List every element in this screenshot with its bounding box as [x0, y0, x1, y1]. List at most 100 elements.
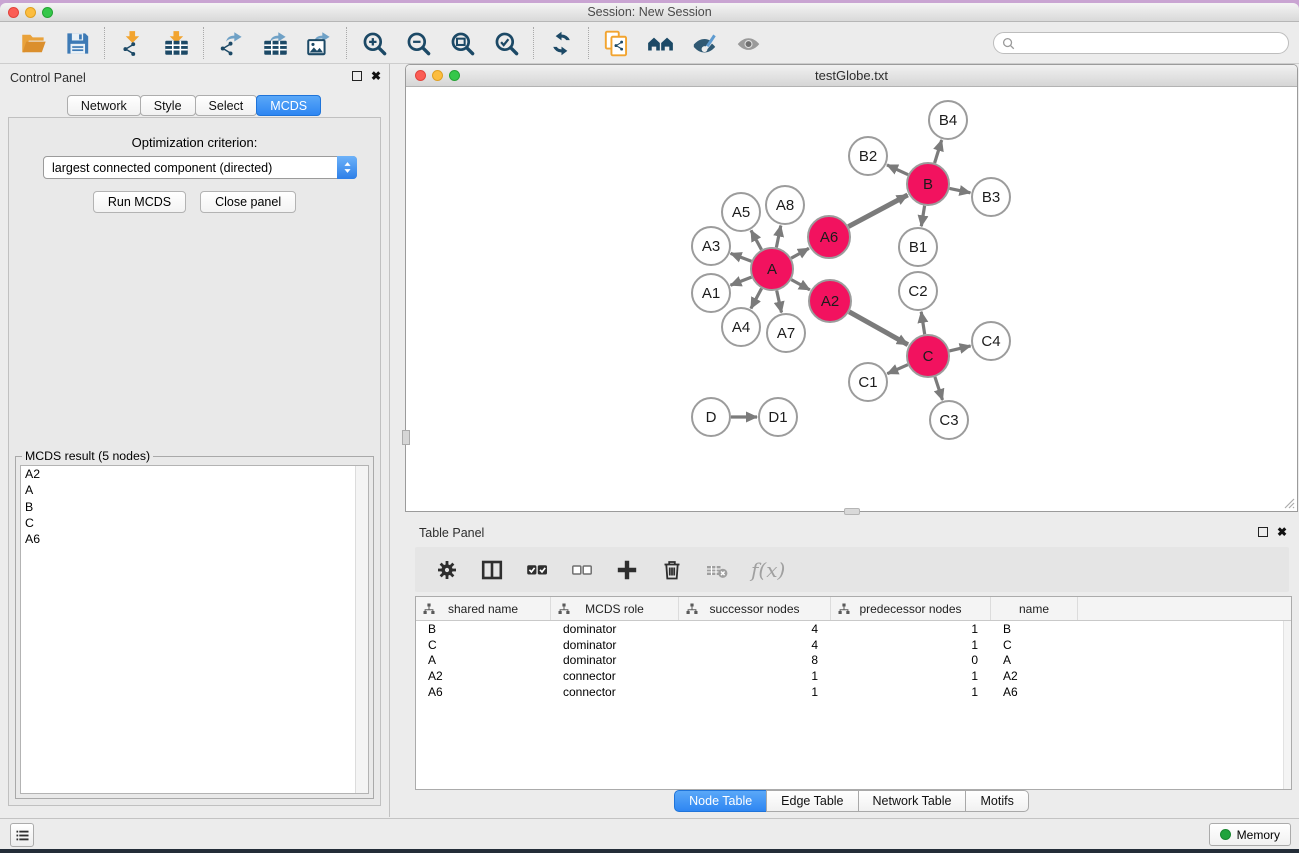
graph-edge[interactable]	[776, 226, 780, 248]
graph-node-c3[interactable]: C3	[930, 401, 968, 439]
result-scrollbar[interactable]	[355, 466, 368, 793]
tab-motifs[interactable]: Motifs	[965, 790, 1028, 812]
close-panel-icon[interactable]: ✖	[371, 71, 381, 81]
mcds-result-item[interactable]: C	[21, 515, 368, 531]
deselect-all-button[interactable]	[567, 555, 597, 585]
graph-node-a6[interactable]: A6	[808, 216, 850, 258]
add-column-button[interactable]	[612, 555, 642, 585]
graph-node-b4[interactable]: B4	[929, 101, 967, 139]
table-scrollbar[interactable]	[1283, 621, 1291, 789]
graph-node-d1[interactable]: D1	[759, 398, 797, 436]
table-row[interactable]: Adominator80A	[416, 652, 1291, 668]
graph-edge[interactable]	[935, 377, 943, 400]
import-network-button[interactable]	[114, 26, 150, 60]
zoom-selected-button[interactable]	[488, 26, 524, 60]
delete-columns-button[interactable]	[657, 555, 687, 585]
mcds-result-item[interactable]: A2	[21, 466, 368, 482]
export-network-button[interactable]	[213, 26, 249, 60]
graph-node-a3[interactable]: A3	[692, 227, 730, 265]
tab-network-table[interactable]: Network Table	[858, 790, 967, 812]
mcds-result-item[interactable]: A	[21, 482, 368, 498]
zoom-out-button[interactable]	[400, 26, 436, 60]
column-header-mcds-role[interactable]: MCDS role	[551, 597, 679, 620]
open-session-button[interactable]	[15, 26, 51, 60]
tab-mcds[interactable]: MCDS	[256, 95, 321, 116]
table-row[interactable]: Cdominator41C	[416, 637, 1291, 653]
tab-select[interactable]: Select	[195, 95, 258, 116]
export-image-button[interactable]	[301, 26, 337, 60]
graph-edge[interactable]	[921, 206, 924, 227]
graph-edge[interactable]	[731, 277, 752, 285]
split-columns-button[interactable]	[477, 555, 507, 585]
import-table-button[interactable]	[158, 26, 194, 60]
tab-style[interactable]: Style	[140, 95, 196, 116]
mcds-result-item[interactable]: B	[21, 499, 368, 515]
graph-node-a8[interactable]: A8	[766, 186, 804, 224]
column-header-predecessor-nodes[interactable]: predecessor nodes	[831, 597, 991, 620]
network-window-titlebar[interactable]: testGlobe.txt	[406, 65, 1297, 87]
column-header-successor-nodes[interactable]: successor nodes	[679, 597, 831, 620]
graph-node-c4[interactable]: C4	[972, 322, 1010, 360]
graph-node-a1[interactable]: A1	[692, 274, 730, 312]
graph-edge[interactable]	[921, 312, 925, 335]
graph-node-b[interactable]: B	[907, 163, 949, 205]
search-box[interactable]	[993, 32, 1289, 54]
graph-node-b3[interactable]: B3	[972, 178, 1010, 216]
hide-selected-button[interactable]	[686, 26, 722, 60]
graph-node-a2[interactable]: A2	[809, 280, 851, 322]
close-panel-button[interactable]: Close panel	[200, 191, 296, 213]
splitter-handle[interactable]	[844, 508, 860, 515]
mcds-result-item[interactable]: A6	[21, 531, 368, 547]
network-canvas[interactable]: B4 B2 B B3 A5A8A6 A3 A B1 A1 C2 A4A7A2 C C4 C1 C3 D D1	[406, 87, 1297, 511]
zoom-fit-button[interactable]	[444, 26, 480, 60]
graph-edge[interactable]	[791, 280, 810, 290]
show-all-button[interactable]	[730, 26, 766, 60]
tab-network[interactable]: Network	[67, 95, 141, 116]
canvas-edge-handle[interactable]	[402, 430, 410, 445]
graph-node-c2[interactable]: C2	[899, 272, 937, 310]
graph-edge[interactable]	[887, 365, 908, 374]
graph-node-a5[interactable]: A5	[722, 193, 760, 231]
tab-edge-table[interactable]: Edge Table	[766, 790, 858, 812]
graph-edge[interactable]	[751, 288, 762, 308]
graph-node-d[interactable]: D	[692, 398, 730, 436]
graph-edge[interactable]	[887, 165, 908, 175]
graph-node-c[interactable]: C	[907, 335, 949, 377]
refresh-view-button[interactable]	[543, 26, 579, 60]
criterion-select[interactable]: largest connected component (directed)	[43, 156, 357, 179]
new-network-from-selection-button[interactable]	[598, 26, 634, 60]
graph-edge[interactable]	[849, 312, 908, 345]
graph-edge[interactable]	[751, 230, 762, 249]
memory-button[interactable]: Memory	[1209, 823, 1291, 846]
graph-node-a4[interactable]: A4	[722, 308, 760, 346]
graph-edge[interactable]	[950, 188, 971, 192]
app-titlebar[interactable]: Session: New Session	[0, 3, 1299, 22]
table-gear-button[interactable]	[432, 555, 462, 585]
close-table-panel-icon[interactable]: ✖	[1277, 527, 1287, 537]
graph-node-b2[interactable]: B2	[849, 137, 887, 175]
export-table-button[interactable]	[257, 26, 293, 60]
graph-edge[interactable]	[949, 346, 970, 351]
float-table-panel-icon[interactable]	[1258, 527, 1268, 537]
graph-edge[interactable]	[777, 291, 782, 313]
graph-edge[interactable]	[935, 140, 942, 163]
graph-node-c1[interactable]: C1	[849, 363, 887, 401]
graph-node-b1[interactable]: B1	[899, 228, 937, 266]
column-header-name[interactable]: name	[991, 597, 1078, 620]
function-builder-button[interactable]: f(x)	[747, 558, 785, 582]
tab-node-table[interactable]: Node Table	[674, 790, 767, 812]
run-mcds-button[interactable]: Run MCDS	[93, 191, 186, 213]
delete-table-button[interactable]	[702, 555, 732, 585]
task-history-button[interactable]	[10, 823, 34, 847]
save-session-button[interactable]	[59, 26, 95, 60]
column-header-shared-name[interactable]: shared name	[416, 597, 551, 620]
first-neighbors-button[interactable]	[642, 26, 678, 60]
graph-edge[interactable]	[791, 248, 809, 258]
graph-edge[interactable]	[848, 195, 907, 227]
resize-grip-icon[interactable]	[1281, 495, 1295, 509]
zoom-in-button[interactable]	[356, 26, 392, 60]
graph-node-a[interactable]: A	[751, 248, 793, 290]
graph-edge[interactable]	[731, 253, 752, 261]
graph-node-a7[interactable]: A7	[767, 314, 805, 352]
table-row[interactable]: A2connector11A2	[416, 668, 1291, 684]
